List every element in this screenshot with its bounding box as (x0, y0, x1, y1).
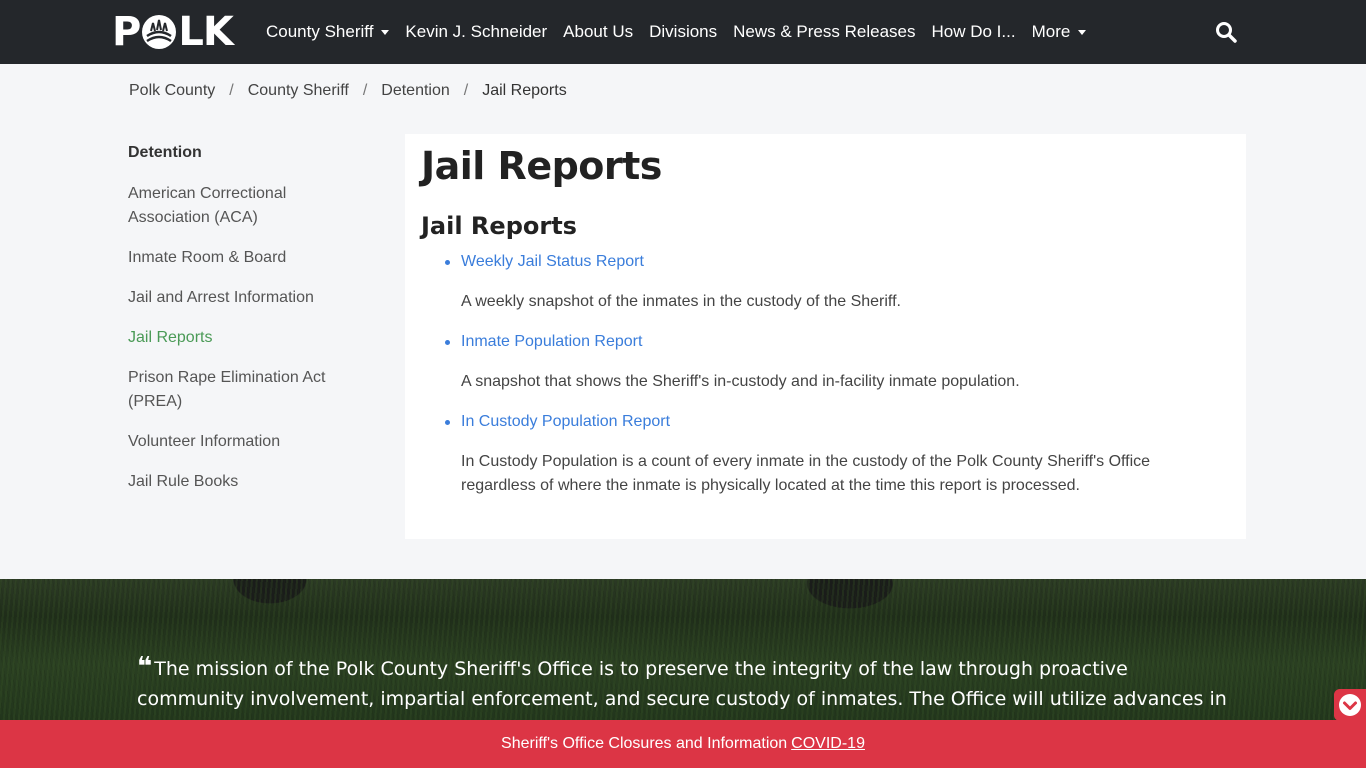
sidebar-item[interactable]: American Correctional Association (ACA) (128, 182, 358, 230)
sidebar-heading[interactable]: Detention (128, 142, 358, 166)
logo-letters-lk: LK (178, 9, 233, 55)
report-link[interactable]: Weekly Jail Status Report (445, 250, 1221, 274)
report-list: Weekly Jail Status Report A weekly snapsh… (445, 250, 1221, 514)
sidebar-item[interactable]: Inmate Room & Board (128, 246, 358, 270)
report-link[interactable]: Inmate Population Report (445, 330, 1221, 354)
breadcrumb-item[interactable]: County Sheriff (248, 82, 349, 100)
nav-item-label: About Us (563, 22, 634, 41)
report-item: In Custody Population Report In Custody P… (445, 410, 1221, 498)
sidebar-item[interactable]: Jail and Arrest Information (128, 286, 358, 310)
nav-item-label: News & Press Releases (733, 22, 916, 41)
report-description: In Custody Population is a count of ever… (461, 453, 1151, 494)
nav-item-label: More (1031, 22, 1071, 41)
chevron-down-icon[interactable] (1334, 689, 1366, 721)
bullet-icon (445, 340, 450, 345)
covid-link[interactable]: COVID-19 (791, 735, 865, 753)
nav-item-label: Kevin J. Schneider (405, 22, 548, 41)
page-title: Jail Reports (421, 144, 662, 188)
bullet-icon (445, 420, 450, 425)
quote-icon: ❝ (137, 652, 153, 682)
report-link-label: Inmate Population Report (461, 333, 643, 350)
bullet-icon (445, 260, 450, 265)
breadcrumb-separator: / (229, 82, 234, 99)
sidebar-items: American Correctional Association (ACA) I… (128, 182, 358, 494)
report-link-label: In Custody Population Report (461, 413, 671, 430)
alert-text: Sheriff's Office Closures and Informatio… (501, 735, 788, 752)
sidebar-item[interactable]: Jail Reports (128, 326, 358, 350)
report-description: A weekly snapshot of the inmates in the … (461, 293, 901, 310)
nav-item-about-us[interactable]: About Us (563, 22, 633, 42)
logo-wheat-icon (142, 15, 177, 49)
caret-down-icon (1078, 29, 1087, 35)
sidebar-item[interactable]: Prison Rape Elimination Act (PREA) (128, 366, 358, 414)
nav-item-label: How Do I... (931, 22, 1016, 41)
content-card: Jail Reports Jail Reports Weekly Jail St… (405, 134, 1246, 539)
breadcrumb-separator: / (463, 82, 469, 99)
nav-item-label: County Sheriff (266, 22, 374, 41)
nav-item-label: Divisions (649, 22, 718, 41)
report-description: A snapshot that shows the Sheriff's in-c… (461, 373, 1020, 390)
breadcrumb: Polk County / County Sheriff / Detention / Jai… (129, 82, 567, 100)
breadcrumb-item: Jail Reports (482, 82, 567, 99)
polk-logo[interactable]: P LK (112, 12, 244, 52)
top-navbar: P LK County Sheriff Kevin J. Schneider Abo… (0, 0, 1366, 64)
report-link-label: Weekly Jail Status Report (461, 253, 644, 270)
alert-banner: Sheriff's Office Closures and Informatio… (0, 720, 1366, 768)
section-title: Jail Reports (421, 212, 577, 240)
report-item: Weekly Jail Status Report A weekly snapsh… (445, 250, 1221, 314)
nav-item-how-do-i[interactable]: How Do I... (931, 22, 1015, 42)
caret-down-icon (381, 29, 390, 35)
breadcrumb-item[interactable]: Polk County (129, 82, 215, 100)
report-item: Inmate Population Report A snapshot that … (445, 330, 1221, 394)
nav-item-kevin-j-schneider[interactable]: Kevin J. Schneider (405, 22, 547, 42)
sidebar-item[interactable]: Volunteer Information (128, 430, 358, 454)
nav-item-more[interactable]: More (1032, 22, 1087, 42)
nav-item-divisions[interactable]: Divisions (649, 22, 717, 42)
breadcrumb-separator: / (362, 82, 368, 99)
report-link[interactable]: In Custody Population Report (445, 410, 1221, 434)
breadcrumb-item[interactable]: Detention (381, 82, 450, 100)
logo-letter-p: P (112, 9, 141, 55)
search-icon[interactable] (1214, 20, 1238, 44)
main-nav: County Sheriff Kevin J. Schneider About Us… (266, 0, 1102, 64)
nav-item-news-press-releases[interactable]: News & Press Releases (733, 22, 915, 42)
sidebar-nav: Detention American Correctional Associat… (128, 142, 358, 510)
sidebar-item[interactable]: Jail Rule Books (128, 470, 358, 494)
nav-item-county-sheriff[interactable]: County Sheriff (266, 22, 390, 42)
